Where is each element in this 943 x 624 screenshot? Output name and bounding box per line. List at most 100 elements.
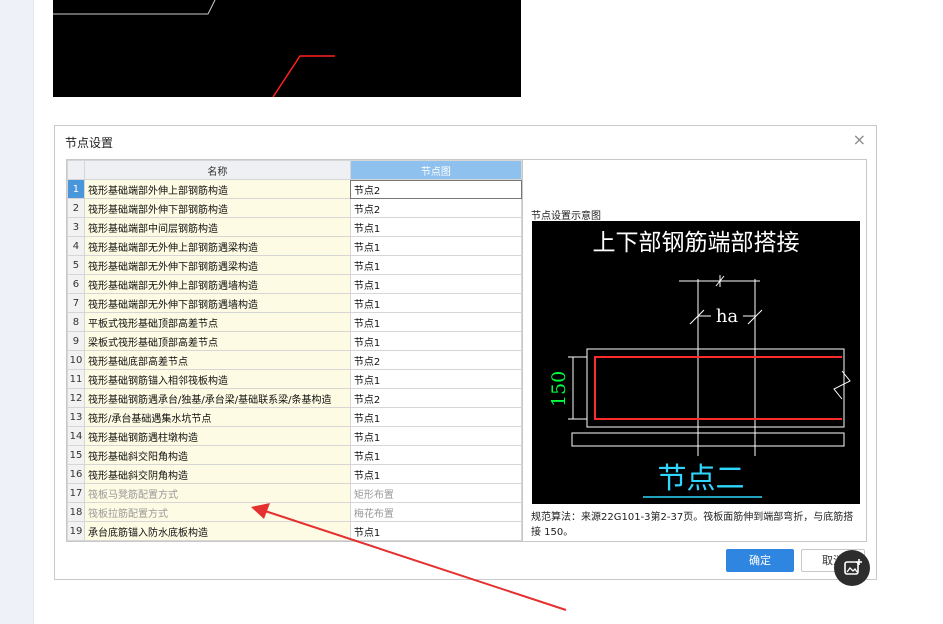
column-header-node[interactable]: 节点图 [349, 160, 522, 180]
row-name-cell[interactable]: 筏板拉筋配置方式 [83, 502, 351, 522]
row-node-cell[interactable]: 节点2 [349, 388, 522, 408]
row-number[interactable]: 16 [67, 464, 85, 484]
row-number[interactable]: 12 [67, 388, 85, 408]
table-row[interactable]: 17 筏板马凳筋配置方式 矩形布置 [67, 483, 522, 503]
row-name-cell[interactable]: 筏形/承台基础遇集水坑节点 [83, 407, 351, 427]
break-line-icon [833, 370, 851, 400]
row-number[interactable]: 7 [67, 293, 85, 313]
table-row[interactable]: 11 筏形基础钢筋锚入相邻筏板构造 节点1 [67, 369, 522, 389]
row-name-cell[interactable]: 筏形基础端部无外伸下部钢筋遇梁构造 [83, 255, 351, 275]
table-row[interactable]: 6 筏形基础端部无外伸上部钢筋遇墙构造 节点1 [67, 274, 522, 294]
row-name-cell[interactable]: 筏形基础底部高差节点 [83, 350, 351, 370]
row-number[interactable]: 9 [67, 331, 85, 351]
row-number[interactable]: 17 [67, 483, 85, 503]
row-number[interactable]: 10 [67, 350, 85, 370]
row-name-cell[interactable]: 筏形基础钢筋遇承台/独基/承台梁/基础联系梁/条基构造 [83, 388, 351, 408]
row-name-cell[interactable]: 平板式筏形基础顶部高差节点 [83, 312, 351, 332]
column-header-name[interactable]: 名称 [83, 160, 351, 180]
row-name-cell[interactable]: 筏形基础端部无外伸上部钢筋遇梁构造 [83, 236, 351, 256]
row-name-cell[interactable]: 筏形基础端部中间层钢筋构造 [83, 217, 351, 237]
table-header-row: 名称 节点图 [67, 160, 522, 180]
ok-button[interactable]: 确定 [726, 549, 794, 572]
row-name-cell[interactable]: 筏形基础斜交阴角构造 [83, 464, 351, 484]
row-name-cell[interactable]: 筏形基础端部外伸上部钢筋构造 [83, 179, 351, 199]
row-number[interactable]: 13 [67, 407, 85, 427]
table-row[interactable]: 12 筏形基础钢筋遇承台/独基/承台梁/基础联系梁/条基构造 节点2 [67, 388, 522, 408]
node-settings-dialog: 节点设置 × 名称 节点图 1 筏形基础端部外伸上部钢筋构造 节点2 2 筏形基础端部外… [54, 125, 877, 580]
table-row[interactable]: 14 筏形基础钢筋遇柱墩构造 节点1 [67, 426, 522, 446]
table-row[interactable]: 4 筏形基础端部无外伸上部钢筋遇梁构造 节点1 [67, 236, 522, 256]
rebar-line [594, 356, 842, 420]
row-node-cell[interactable]: 节点1 [349, 217, 522, 237]
row-number[interactable]: 2 [67, 198, 85, 218]
preview-label: 节点设置示意图 [531, 211, 601, 222]
diagram-caption: 节点二 [657, 461, 744, 495]
row-node-cell[interactable]: 节点1 [349, 293, 522, 313]
ha-label: ha [716, 306, 739, 327]
table-row[interactable]: 1 筏形基础端部外伸上部钢筋构造 节点2 [67, 179, 522, 199]
row-node-cell[interactable]: 节点1 [349, 255, 522, 275]
row-node-cell[interactable]: 节点1 [349, 331, 522, 351]
close-icon[interactable]: × [853, 132, 866, 148]
row-node-cell[interactable]: 节点1 [349, 236, 522, 256]
row-number-header [67, 160, 85, 180]
row-number[interactable]: 8 [67, 312, 85, 332]
row-node-cell[interactable]: 矩形布置 [349, 483, 522, 503]
image-edit-icon[interactable] [834, 550, 870, 586]
table-row[interactable]: 5 筏形基础端部无外伸下部钢筋遇梁构造 节点1 [67, 255, 522, 275]
row-name-cell[interactable]: 筏形基础钢筋锚入相邻筏板构造 [83, 369, 351, 389]
row-number[interactable]: 19 [67, 521, 85, 541]
row-name-cell[interactable]: 集水坑拉筋布置构造 [83, 540, 351, 541]
raft-slab-outline [586, 348, 845, 428]
table-row[interactable]: 9 梁板式筏形基础顶部高差节点 节点1 [67, 331, 522, 351]
row-node-cell[interactable]: 节点2 [349, 350, 522, 370]
height-label-150: 150 [548, 371, 570, 407]
row-number[interactable]: 5 [67, 255, 85, 275]
row-node-cell[interactable]: 节点1 [349, 426, 522, 446]
table-row[interactable]: 8 平板式筏形基础顶部高差节点 节点1 [67, 312, 522, 332]
row-node-cell[interactable]: 节点2 [349, 198, 522, 218]
rule-description: 规范算法：来源22G101-3第2-37页。筏板面筋伸到端部弯折，与底筋搭接 1… [531, 512, 854, 538]
table-row[interactable]: 7 筏形基础端部无外伸下部钢筋遇墙构造 节点1 [67, 293, 522, 313]
row-node-cell[interactable]: 节点1 [349, 521, 522, 541]
table-row[interactable]: 13 筏形/承台基础遇集水坑节点 节点1 [67, 407, 522, 427]
row-name-cell[interactable]: 筏板马凳筋配置方式 [83, 483, 351, 503]
table-row[interactable]: 16 筏形基础斜交阴角构造 节点1 [67, 464, 522, 484]
row-number[interactable]: 15 [67, 445, 85, 465]
row-name-cell[interactable]: 梁板式筏形基础顶部高差节点 [83, 331, 351, 351]
row-node-cell[interactable]: 节点1 [349, 274, 522, 294]
table-row[interactable]: 20集水坑拉筋布置构造矩形布置 [67, 540, 522, 541]
row-node-cell[interactable]: 节点1 [349, 445, 522, 465]
row-number[interactable]: 14 [67, 426, 85, 446]
row-name-cell[interactable]: 承台底筋锚入防水底板构造 [83, 521, 351, 541]
row-node-cell[interactable]: 节点2 [349, 179, 522, 199]
row-node-cell[interactable]: 节点1 [349, 369, 522, 389]
table-row[interactable]: 2 筏形基础端部外伸下部钢筋构造 节点2 [67, 198, 522, 218]
row-number[interactable]: 1 [67, 179, 85, 199]
row-number[interactable]: 11 [67, 369, 85, 389]
row-node-cell[interactable]: 节点1 [349, 407, 522, 427]
image-edit-glyph [844, 559, 862, 575]
row-number[interactable]: 6 [67, 274, 85, 294]
row-number[interactable]: 3 [67, 217, 85, 237]
row-name-cell[interactable]: 筏形基础端部外伸下部钢筋构造 [83, 198, 351, 218]
dialog-title: 节点设置 [65, 136, 114, 150]
row-name-cell[interactable]: 筏形基础端部无外伸下部钢筋遇墙构造 [83, 293, 351, 313]
row-name-cell[interactable]: 筏形基础端部无外伸上部钢筋遇墙构造 [83, 274, 351, 294]
row-name-cell[interactable]: 筏形基础钢筋遇柱墩构造 [83, 426, 351, 446]
table-row[interactable]: 18 筏板拉筋配置方式 梅花布置 [67, 502, 522, 522]
table-row[interactable]: 15 筏形基础斜交阳角构造 节点1 [67, 445, 522, 465]
row-node-cell[interactable]: 矩形布置 [349, 540, 522, 541]
table-row[interactable]: 10 筏形基础底部高差节点 节点2 [67, 350, 522, 370]
table-body: 1 筏形基础端部外伸上部钢筋构造 节点2 2 筏形基础端部外伸下部钢筋构造 节点2 3 筏形基… [67, 179, 522, 541]
row-node-cell[interactable]: 梅花布置 [349, 502, 522, 522]
table-row[interactable]: 3 筏形基础端部中间层钢筋构造 节点1 [67, 217, 522, 237]
row-node-cell[interactable]: 节点1 [349, 312, 522, 332]
row-number[interactable]: 18 [67, 502, 85, 522]
row-number[interactable]: 4 [67, 236, 85, 256]
row-number[interactable]: 20 [67, 540, 85, 541]
row-node-cell[interactable]: 节点1 [349, 464, 522, 484]
row-name-cell[interactable]: 筏形基础斜交阳角构造 [83, 445, 351, 465]
table-row[interactable]: 19 承台底筋锚入防水底板构造 节点1 [67, 521, 522, 541]
node-settings-table: 名称 节点图 1 筏形基础端部外伸上部钢筋构造 节点2 2 筏形基础端部外伸下部钢筋构造… [66, 159, 523, 542]
